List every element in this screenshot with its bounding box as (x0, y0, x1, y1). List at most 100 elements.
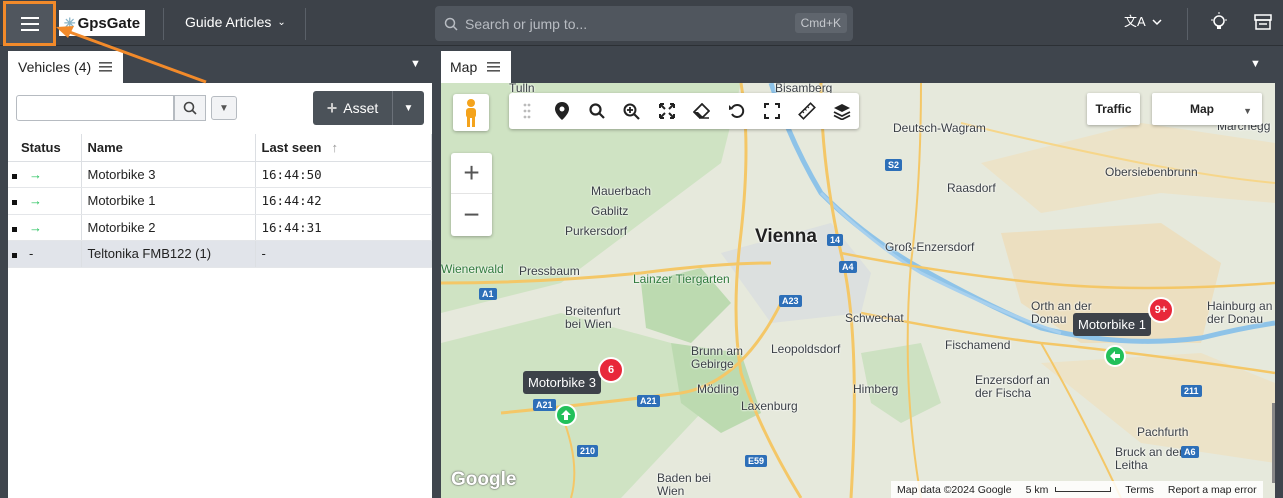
place-label: Deutsch-Wagram (893, 121, 986, 135)
column-header-status[interactable]: Status (8, 134, 82, 162)
vehicle-name: Motorbike 2 (81, 214, 256, 241)
place-label: Schwechat (845, 311, 904, 325)
tab-map-label: Map (450, 59, 478, 75)
store-button[interactable] (1253, 12, 1273, 35)
toolbar-drag-handle[interactable] (509, 93, 544, 129)
search-icon (444, 17, 458, 31)
fullscreen-button[interactable] (754, 93, 789, 129)
place-label: Enzersdorf an der Fischa (975, 373, 1050, 400)
place-label: Raasdorf (947, 181, 996, 195)
layers-button[interactable] (824, 93, 859, 129)
zoom-out-button[interactable]: − (451, 194, 492, 235)
map-scrollbar[interactable] (1272, 403, 1275, 483)
place-label: Mödling (697, 382, 740, 396)
svg-text:文A: 文A (1124, 14, 1146, 29)
vehicle-marker-motorbike-3[interactable] (555, 404, 577, 426)
divider (1187, 8, 1188, 40)
translate-icon: 文A (1124, 14, 1162, 29)
last-seen-value: 16:44:50 (255, 161, 432, 188)
cluster-count-badge[interactable]: 9+ (1148, 297, 1174, 323)
vehicle-name: Motorbike 1 (81, 187, 256, 215)
map-canvas[interactable]: Tulln Bisamberg Deutsch-Wagram Mauerbach… (441, 83, 1275, 498)
arrow-left-icon (1110, 351, 1120, 361)
tab-map[interactable]: Map (441, 51, 511, 83)
vehicles-table: Status Name Last seen ↑ → Motorbike 3 16:… (8, 134, 432, 268)
filter-search-button[interactable] (174, 95, 206, 121)
guide-articles-menu[interactable]: Guide Articles ⌄ (185, 14, 286, 30)
road-shield: A23 (779, 295, 802, 307)
place-label: Mauerbach (591, 184, 652, 198)
last-seen-label: Last seen (261, 139, 322, 155)
column-header-name[interactable]: Name (81, 134, 256, 162)
zoom-in-button[interactable]: + (451, 153, 492, 194)
clear-map-button[interactable] (684, 93, 719, 129)
chevron-down-icon: ▼ (410, 58, 421, 70)
fullscreen-icon (763, 103, 780, 119)
plus-icon: + (326, 97, 338, 118)
terms-link[interactable]: Terms (1125, 484, 1154, 496)
store-icon (1254, 14, 1272, 30)
hamburger-menu-button[interactable] (3, 1, 56, 46)
last-seen-value: - (255, 240, 432, 268)
table-header: Status Name Last seen ↑ (8, 134, 432, 162)
map-search-button[interactable] (579, 93, 614, 129)
table-row[interactable]: → Motorbike 1 16:44:42 (8, 187, 432, 215)
tab-vehicles[interactable]: Vehicles (4) (8, 51, 123, 83)
status-arrow-icon: → (29, 219, 42, 235)
plus-icon: + (463, 157, 480, 188)
list-menu-icon[interactable] (487, 62, 501, 72)
road-shield: A21 (533, 399, 556, 411)
logo-text: GpsGate (77, 14, 141, 32)
gpsgate-logo[interactable]: ✳ GpsGate (59, 10, 145, 36)
refresh-button[interactable] (719, 93, 754, 129)
map-type-select[interactable]: Map ▼ (1152, 93, 1262, 125)
table-row[interactable]: → Motorbike 2 16:44:31 (8, 214, 432, 241)
place-label: Himberg (853, 382, 899, 396)
measure-button[interactable] (789, 93, 824, 129)
table-row[interactable]: → Motorbike 3 16:44:50 (8, 161, 432, 188)
vehicle-name: Teltonika FMB122 (1) (81, 240, 256, 268)
collapse-left-panel-button[interactable]: ▼ (410, 58, 421, 70)
last-seen-value: 16:44:42 (255, 187, 432, 215)
place-label: Leopoldsdorf (771, 342, 841, 356)
add-asset-button[interactable]: + Asset (313, 91, 392, 125)
scale-line (1055, 487, 1112, 493)
asset-options-dropdown[interactable]: ▼ (392, 91, 424, 125)
row-marker (12, 253, 17, 259)
place-label: Gablitz (591, 204, 629, 218)
zoom-to-area-button[interactable] (614, 93, 649, 129)
place-label: Brunn am Gebirge (691, 344, 744, 371)
road-shield: 210 (577, 445, 599, 457)
zoom-controls: + − (451, 153, 492, 236)
caret-down-icon: ▼ (219, 102, 229, 114)
place-label: Baden bei Wien (657, 471, 712, 498)
fit-all-button[interactable] (649, 93, 684, 129)
search-input[interactable]: Search or jump to... Cmd+K (435, 6, 853, 41)
sort-ascending-icon: ↑ (331, 139, 338, 155)
column-header-last-seen[interactable]: Last seen ↑ (255, 134, 432, 162)
vehicle-marker-motorbike-1[interactable] (1104, 345, 1126, 367)
drag-handle-icon (523, 103, 530, 119)
minus-icon: − (463, 198, 480, 230)
tips-button[interactable] (1209, 12, 1229, 35)
vehicle-label-motorbike-1[interactable]: Motorbike 1 (1073, 313, 1151, 336)
report-map-error-link[interactable]: Report a map error (1168, 484, 1257, 496)
language-menu-button[interactable]: 文A (1124, 12, 1162, 35)
expand-arrows-icon (658, 103, 675, 119)
place-label: Bruck an der Leitha (1115, 445, 1184, 472)
search-icon (588, 103, 605, 119)
vehicle-label-motorbike-3[interactable]: Motorbike 3 (523, 371, 601, 394)
vehicle-filter-input[interactable] (16, 95, 174, 121)
scale-label: 5 km (1025, 483, 1049, 496)
table-row[interactable]: - Teltonika FMB122 (1) - (8, 240, 432, 268)
add-marker-button[interactable] (544, 93, 579, 129)
chevron-down-icon: ▼ (1250, 58, 1261, 70)
list-menu-icon[interactable] (99, 62, 113, 72)
eraser-icon (693, 103, 710, 119)
street-view-pegman-button[interactable] (453, 94, 489, 131)
traffic-toggle-button[interactable]: Traffic (1087, 93, 1140, 125)
road-shield: E59 (745, 455, 768, 467)
collapse-map-panel-button[interactable]: ▼ (1250, 58, 1261, 70)
cluster-count-badge[interactable]: 6 (598, 357, 624, 383)
filter-options-dropdown[interactable]: ▼ (211, 96, 237, 120)
